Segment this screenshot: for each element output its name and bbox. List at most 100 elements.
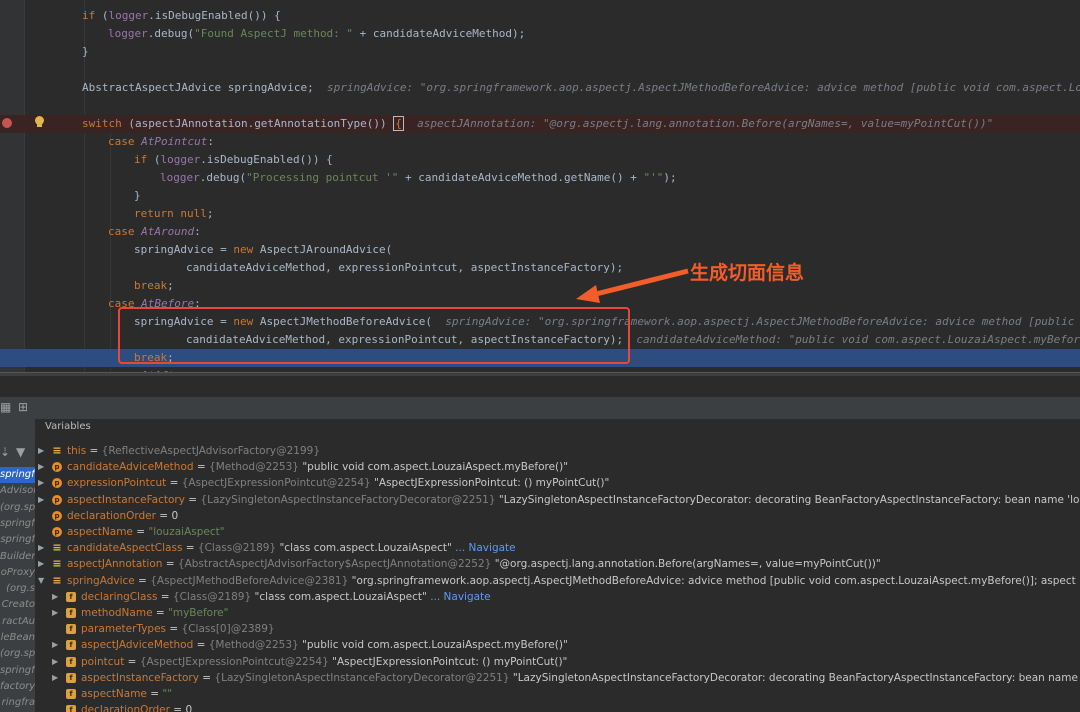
code-token: :	[194, 225, 201, 238]
variable-row[interactable]: ▶ p expressionPointcut = {AspectJExpressio…	[35, 475, 1080, 491]
variable-type: {AbstractAspectJAdvisorFactory$AspectJAn…	[177, 558, 492, 571]
panel-divider[interactable]	[0, 372, 1080, 376]
variable-text: aspectName = ""	[81, 686, 172, 702]
table-view-icon[interactable]: ▦	[0, 400, 11, 414]
variable-type: {Class[0]@2389}	[181, 623, 275, 636]
code-line[interactable]: case AtPointcut:	[0, 133, 1080, 151]
variable-row[interactable]: ▶ f aspectJAdviceMethod = {Method@2253} "p…	[35, 637, 1080, 653]
variable-row[interactable]: ▶ ≡ aspectJAnnotation = {AbstractAspectJAd…	[35, 556, 1080, 572]
navigate-link[interactable]: ... Navigate	[455, 542, 515, 554]
expand-icon[interactable]: ▶	[38, 475, 44, 491]
stack-frame[interactable]: ringfra	[0, 695, 35, 711]
code-line[interactable]	[0, 97, 1080, 115]
variable-row[interactable]: f declarationOrder = 0	[35, 702, 1080, 712]
variable-name: declaringClass	[81, 590, 158, 603]
variable-row[interactable]: p aspectName = "louzaiAspect"	[35, 524, 1080, 540]
expand-icon[interactable]: ▶	[38, 492, 44, 508]
variable-text: expressionPointcut = {AspectJExpressionP…	[67, 475, 609, 491]
navigate-link[interactable]: ... Navigate	[430, 591, 490, 603]
code-line[interactable]: candidateAdviceMethod, expressionPointcu…	[0, 259, 1080, 277]
variable-row[interactable]: ▶ ≡ candidateAspectClass = {Class@2189} "c…	[35, 540, 1080, 556]
stack-frame[interactable]: Builder	[0, 549, 35, 565]
stack-frame[interactable]: springf	[0, 532, 35, 548]
code-token: AtPointcut	[141, 135, 208, 148]
variable-value: "org.springframework.aop.aspectj.AspectJ…	[351, 574, 1080, 587]
code-token: return null	[134, 207, 207, 220]
code-line[interactable]	[0, 61, 1080, 79]
highlight-box	[118, 307, 630, 364]
stack-frame[interactable]: factory.s	[0, 679, 35, 695]
expand-icon[interactable]: ▶	[38, 459, 44, 475]
code-line[interactable]: }	[0, 43, 1080, 61]
expand-icon[interactable]: ▶	[52, 637, 58, 653]
variable-row[interactable]: ▶ p aspectInstanceFactory = {LazySingleton…	[35, 492, 1080, 508]
step-down-icon[interactable]: ⇣	[0, 445, 10, 459]
expand-icon[interactable]: ▶	[38, 556, 44, 572]
code-token: logger	[108, 27, 148, 40]
stack-frame[interactable]: springfr	[0, 663, 35, 679]
variable-name: aspectInstanceFactory	[67, 493, 185, 506]
expand-icon[interactable]: ▶	[52, 670, 58, 686]
variable-text: aspectName = "louzaiAspect"	[67, 524, 225, 540]
equals-sign: =	[184, 493, 201, 506]
variable-text: candidateAspectClass = {Class@2189} "cla…	[67, 540, 516, 556]
breakpoint-icon[interactable]	[2, 118, 12, 128]
variable-row[interactable]: ▶ f aspectInstanceFactory = {LazySingleton…	[35, 670, 1080, 686]
stack-frame[interactable]: Advisor	[0, 483, 35, 499]
stack-frame[interactable]: (org.sp	[0, 500, 35, 516]
code-line[interactable]: if (logger.isDebugEnabled()) {	[0, 7, 1080, 25]
expand-icon[interactable]: ▶	[38, 540, 44, 556]
code-token: switch	[82, 117, 129, 130]
annotation-label: 生成切面信息	[690, 262, 805, 284]
collapse-icon[interactable]: ▼	[38, 573, 44, 589]
code-line[interactable]: break;	[0, 277, 1080, 295]
stack-frame[interactable]: ractAu	[0, 614, 35, 630]
variable-row[interactable]: ▶ f declaringClass = {Class@2189} "class c…	[35, 589, 1080, 605]
expand-icon[interactable]: ▶	[52, 605, 58, 621]
variable-row[interactable]: p declarationOrder = 0	[35, 508, 1080, 524]
equals-sign: =	[86, 445, 102, 457]
layout-icon[interactable]: ⊞	[18, 400, 28, 414]
variable-text: parameterTypes = {Class[0]@2389}	[81, 621, 275, 637]
code-token: "'"	[643, 171, 664, 184]
variable-text: candidateAdviceMethod = {Method@2253} "p…	[67, 459, 568, 475]
expand-icon[interactable]: ▶	[38, 443, 44, 459]
code-line[interactable]: AbstractAspectJAdvice springAdvice; spri…	[0, 79, 1080, 97]
variable-row[interactable]: ▶ p candidateAdviceMethod = {Method@2253} …	[35, 459, 1080, 475]
code-line[interactable]: }	[0, 187, 1080, 205]
code-line[interactable]: if (logger.isDebugEnabled()) {	[0, 151, 1080, 169]
stack-frame[interactable]: (org.s	[0, 581, 35, 597]
variable-text: methodName = "myBefore"	[81, 605, 228, 621]
code-line[interactable]: springAdvice = new AspectJAroundAdvice(	[0, 241, 1080, 259]
code-line[interactable]: switch (aspectJAnnotation.getAnnotationT…	[0, 115, 1080, 133]
variable-name: this	[67, 445, 87, 457]
variable-name: declarationOrder	[67, 509, 156, 522]
stack-frame[interactable]: (org.sp	[0, 646, 35, 662]
code-line[interactable]: logger.debug("Found AspectJ method: " + …	[0, 25, 1080, 43]
code-text: break;	[134, 277, 174, 295]
code-token: AtAround	[141, 225, 195, 238]
stack-frame[interactable]: springfr	[0, 516, 35, 532]
code-line[interactable]: logger.debug("Processing pointcut '" + c…	[0, 169, 1080, 187]
equals-sign: =	[198, 671, 215, 684]
variable-type: {Class@2189}	[172, 590, 252, 603]
variable-row[interactable]: ▶ f pointcut = {AspectJExpressionPointcut@…	[35, 654, 1080, 670]
code-token: new	[233, 243, 260, 256]
code-editor[interactable]: if (logger.isDebugEnabled()) {logger.deb…	[0, 0, 1080, 372]
variable-row[interactable]: ▶ f methodName = "myBefore"	[35, 605, 1080, 621]
stack-frame[interactable]: leBean	[0, 630, 35, 646]
stack-frame[interactable]: oProxy	[0, 565, 35, 581]
stack-frame[interactable]: springfra	[0, 467, 35, 483]
code-line[interactable]: return null;	[0, 205, 1080, 223]
variable-row[interactable]: f aspectName = ""	[35, 686, 1080, 702]
expand-icon[interactable]: ▶	[52, 589, 58, 605]
filter-icon[interactable]: ▼	[16, 445, 25, 459]
variable-row[interactable]: ▶ ≡ this = {ReflectiveAspectJAdvisorFactor…	[35, 443, 1080, 459]
code-text: }	[134, 187, 141, 205]
stack-frame[interactable]: Creato	[0, 597, 35, 613]
code-line[interactable]: case AtAround:	[0, 223, 1080, 241]
expand-icon[interactable]: ▶	[52, 654, 58, 670]
variable-row[interactable]: f parameterTypes = {Class[0]@2389}	[35, 621, 1080, 637]
equals-sign: =	[182, 542, 198, 555]
variable-row[interactable]: ▼ ≡ springAdvice = {AspectJMethodBeforeAdv…	[35, 573, 1080, 589]
